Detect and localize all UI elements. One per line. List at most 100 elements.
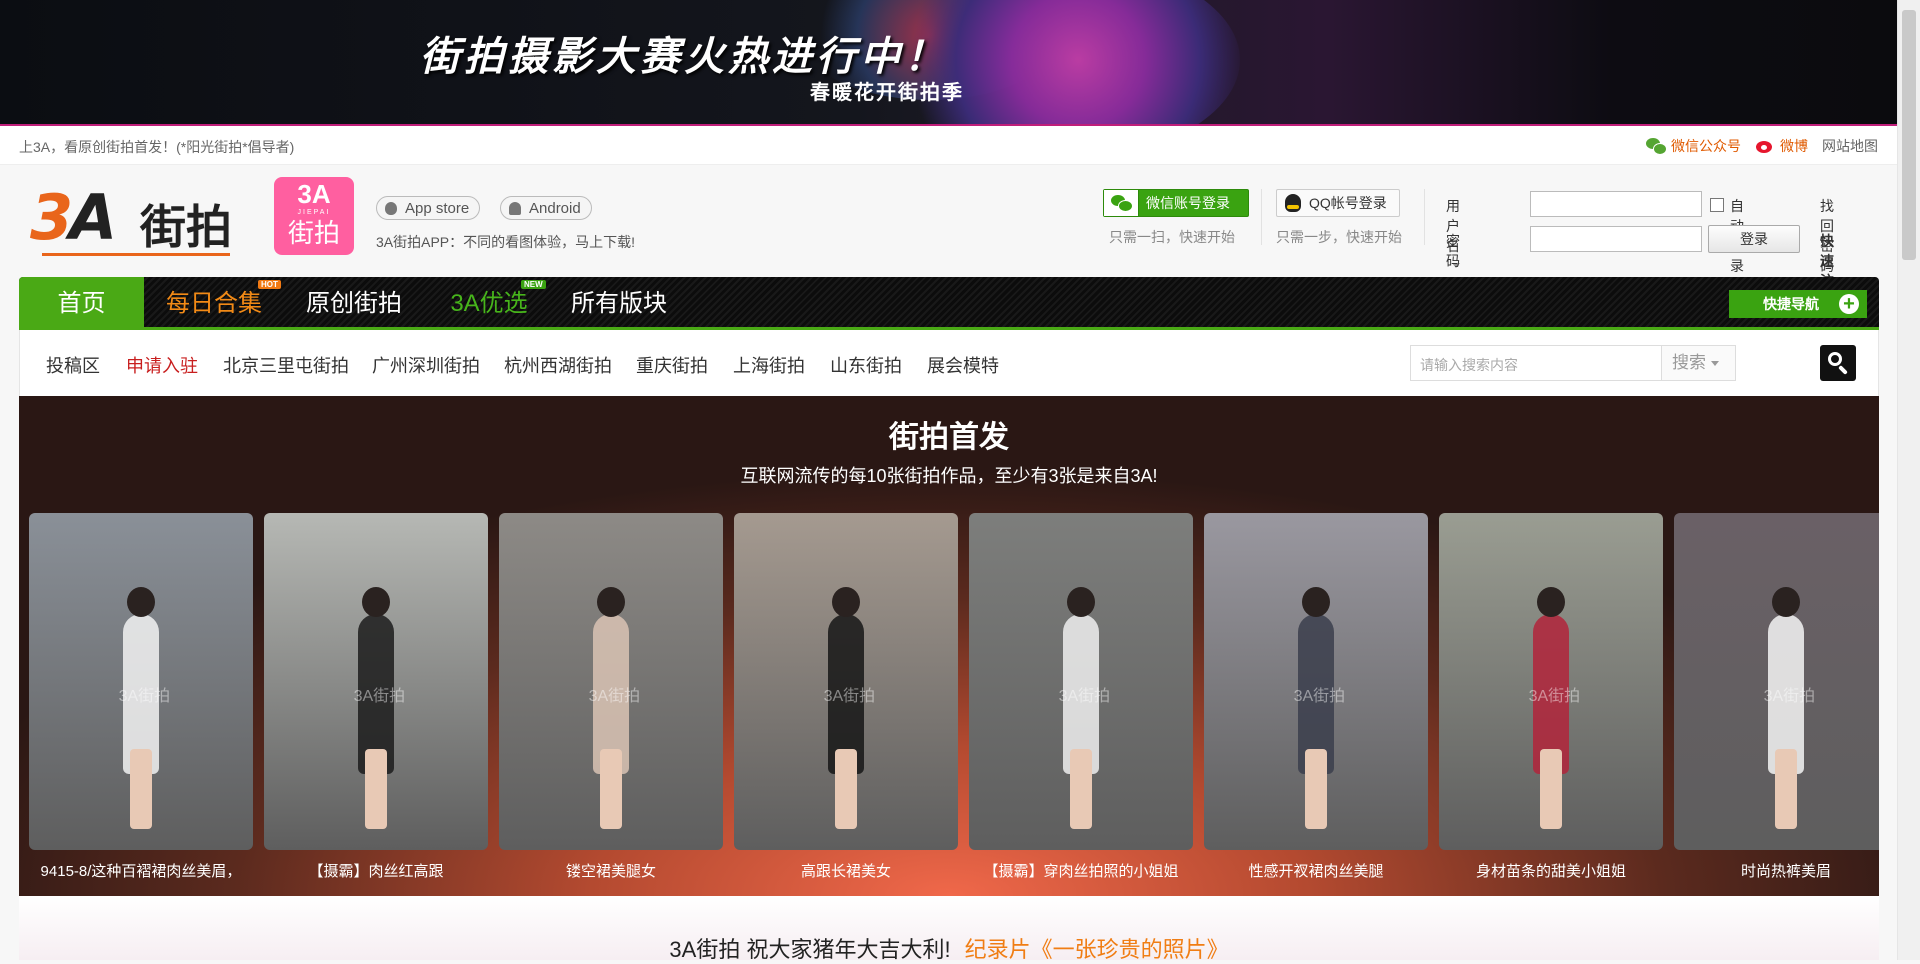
subnav-item-expo-models[interactable]: 展会模特 [927, 352, 999, 378]
featured-caption[interactable]: 高跟长裙美女 [734, 860, 958, 881]
wechat-icon [1104, 190, 1139, 216]
featured-card[interactable]: 3A街拍【摄霸】穿肉丝拍照的小姐姐 [969, 513, 1193, 881]
announcement-text: 3A街拍 祝大家猪年大吉大利! 纪录片《一张珍贵的照片》 [19, 932, 1879, 964]
quick-nav-label: 快捷导航 [1763, 296, 1819, 312]
photo-figure-head [1302, 587, 1330, 618]
greeting-text: 3A街拍 祝大家猪年大吉大利! [669, 937, 951, 962]
photo-figure-head [1067, 587, 1095, 618]
subnav-item-hangzhou[interactable]: 杭州西湖街拍 [504, 352, 612, 378]
subnav-item-submissions[interactable]: 投稿区 [46, 352, 100, 378]
nav-original-street[interactable]: 原创街拍 [284, 277, 424, 327]
featured-photo[interactable]: 3A街拍 [734, 513, 958, 850]
appstore-label: App store [405, 200, 470, 217]
android-icon [509, 202, 521, 215]
divider [1261, 189, 1262, 245]
android-label: Android [529, 200, 581, 217]
apple-icon [385, 202, 397, 215]
quick-nav-button[interactable]: 快捷导航 + [1729, 290, 1867, 318]
featured-caption[interactable]: 镂空裙美腿女 [499, 860, 723, 881]
qq-login-button[interactable]: QQ帐号登录 [1276, 189, 1400, 217]
subnav-item-shanghai[interactable]: 上海街拍 [733, 352, 805, 378]
wechat-login-button[interactable]: 微信账号登录 [1103, 189, 1249, 217]
featured-caption[interactable]: 身材苗条的甜美小姐姐 [1439, 860, 1663, 881]
app-logo-bottom: 街拍 [287, 218, 340, 248]
page-scrollbar[interactable] [1897, 0, 1920, 960]
wechat-official-label: 微信公众号 [1671, 138, 1741, 154]
photo-figure-head [127, 587, 155, 618]
app-logo[interactable]: 3A JIEPAI 街拍 [274, 177, 354, 255]
wechat-official-link[interactable]: 微信公众号 [1646, 136, 1741, 156]
welcome-text: 上3A，看原创街拍首发！(*阳光街拍*倡导者) [19, 139, 295, 155]
featured-caption[interactable]: 性感开衩裙肉丝美腿 [1204, 860, 1428, 881]
search-type-select[interactable]: 搜索 [1661, 346, 1735, 380]
featured-photo[interactable]: 3A街拍 [29, 513, 253, 850]
username-input[interactable] [1530, 191, 1702, 217]
subnav-item-beijing[interactable]: 北京三里屯街拍 [223, 352, 349, 378]
featured-card[interactable]: 3A街拍时尚热裤美眉 [1674, 513, 1879, 881]
featured-subtitle: 互联网流传的每10张街拍作品，至少有3张是来自3A! [740, 466, 1158, 486]
featured-photo[interactable]: 3A街拍 [969, 513, 1193, 850]
subnav-item-shandong[interactable]: 山东街拍 [830, 352, 902, 378]
photo-watermark: 3A街拍 [1058, 687, 1111, 705]
wechat-login-group: 微信账号登录 只需一扫，快速开始 [1103, 189, 1249, 247]
sub-nav: 投稿区 申请入驻 北京三里屯街拍 广州深圳街拍 杭州西湖街拍 重庆街拍 上海街拍… [19, 330, 1879, 396]
featured-card[interactable]: 3A街拍高跟长裙美女 [734, 513, 958, 881]
featured-card[interactable]: 3A街拍【摄霸】肉丝红高跟 [264, 513, 488, 881]
android-button[interactable]: Android [500, 196, 592, 220]
weibo-link[interactable]: 微博 [1755, 136, 1808, 156]
documentary-link[interactable]: 纪录片《一张珍贵的照片》 [965, 937, 1229, 962]
photo-figure-head [832, 587, 860, 618]
logo-underline [42, 253, 230, 256]
promo-banner[interactable]: 街拍摄影大赛火热进行中！ 春暖花开街拍季 [0, 0, 1898, 124]
nav-home[interactable]: 首页 [19, 277, 144, 327]
featured-caption[interactable]: 【摄霸】肉丝红高跟 [264, 860, 488, 881]
photo-watermark: 3A街拍 [588, 687, 641, 705]
photo-figure-legs [600, 748, 622, 829]
qq-login-group: QQ帐号登录 只需一步，快速开始 [1276, 189, 1402, 247]
weibo-icon [1755, 138, 1775, 154]
photo-watermark: 3A街拍 [353, 687, 406, 705]
wechat-icon [1646, 138, 1667, 155]
subnav-item-guangzhou[interactable]: 广州深圳街拍 [372, 352, 480, 378]
featured-photo[interactable]: 3A街拍 [499, 513, 723, 850]
announcement-bar: 3A街拍 祝大家猪年大吉大利! 纪录片《一张珍贵的照片》 [19, 896, 1879, 962]
search-icon [1828, 352, 1842, 366]
site-logo[interactable]: 3A 街拍 [30, 181, 232, 256]
photo-figure-head [362, 587, 390, 618]
search-type-label: 搜索 [1672, 353, 1706, 372]
featured-caption[interactable]: 时尚热裤美眉 [1674, 860, 1879, 881]
login-button[interactable]: 登录 [1708, 225, 1800, 253]
featured-photo[interactable]: 3A街拍 [1204, 513, 1428, 850]
qq-login-label: QQ帐号登录 [1309, 195, 1387, 211]
logo-text: 街拍 [140, 201, 232, 253]
featured-card[interactable]: 3A街拍身材苗条的甜美小姐姐 [1439, 513, 1663, 881]
nav-all-sections[interactable]: 所有版块 [554, 277, 684, 327]
auto-login-checkbox[interactable] [1710, 198, 1724, 212]
photo-figure-legs [1540, 748, 1562, 829]
featured-photo[interactable]: 3A街拍 [1439, 513, 1663, 850]
featured-card[interactable]: 3A街拍镂空裙美腿女 [499, 513, 723, 881]
photo-watermark: 3A街拍 [823, 687, 876, 705]
featured-photo[interactable]: 3A街拍 [264, 513, 488, 850]
search-input[interactable]: 请输入搜索内容 [1420, 355, 1518, 375]
plus-icon: + [1839, 294, 1859, 314]
featured-card[interactable]: 3A街拍 9415-8/这种百褶裙肉丝美眉， [29, 513, 253, 881]
photo-figure-legs [365, 748, 387, 829]
photo-figure-head [597, 587, 625, 618]
appstore-button[interactable]: App store [376, 196, 481, 220]
featured-caption[interactable]: 9415-8/这种百褶裙肉丝美眉， [29, 860, 253, 881]
photo-figure-legs [1070, 748, 1092, 829]
search-button[interactable] [1820, 345, 1856, 381]
subnav-item-apply[interactable]: 申请入驻 [126, 352, 198, 378]
featured-card[interactable]: 3A街拍性感开衩裙肉丝美腿 [1204, 513, 1428, 881]
password-input[interactable] [1530, 226, 1702, 252]
sitemap-link[interactable]: 网站地图 [1822, 136, 1878, 156]
featured-section: 街拍首发 互联网流传的每10张街拍作品，至少有3张是来自3A! 3A街拍 9415… [19, 396, 1879, 896]
photo-watermark: 3A街拍 [1528, 687, 1581, 705]
scrollbar-thumb[interactable] [1902, 10, 1916, 260]
featured-photo[interactable]: 3A街拍 [1674, 513, 1879, 850]
featured-caption[interactable]: 【摄霸】穿肉丝拍照的小姐姐 [969, 860, 1193, 881]
subnav-item-chongqing[interactable]: 重庆街拍 [636, 352, 708, 378]
logo-mark: 3A [30, 181, 117, 254]
app-tip: 3A街拍APP：不同的看图体验，马上下载! [376, 234, 636, 250]
